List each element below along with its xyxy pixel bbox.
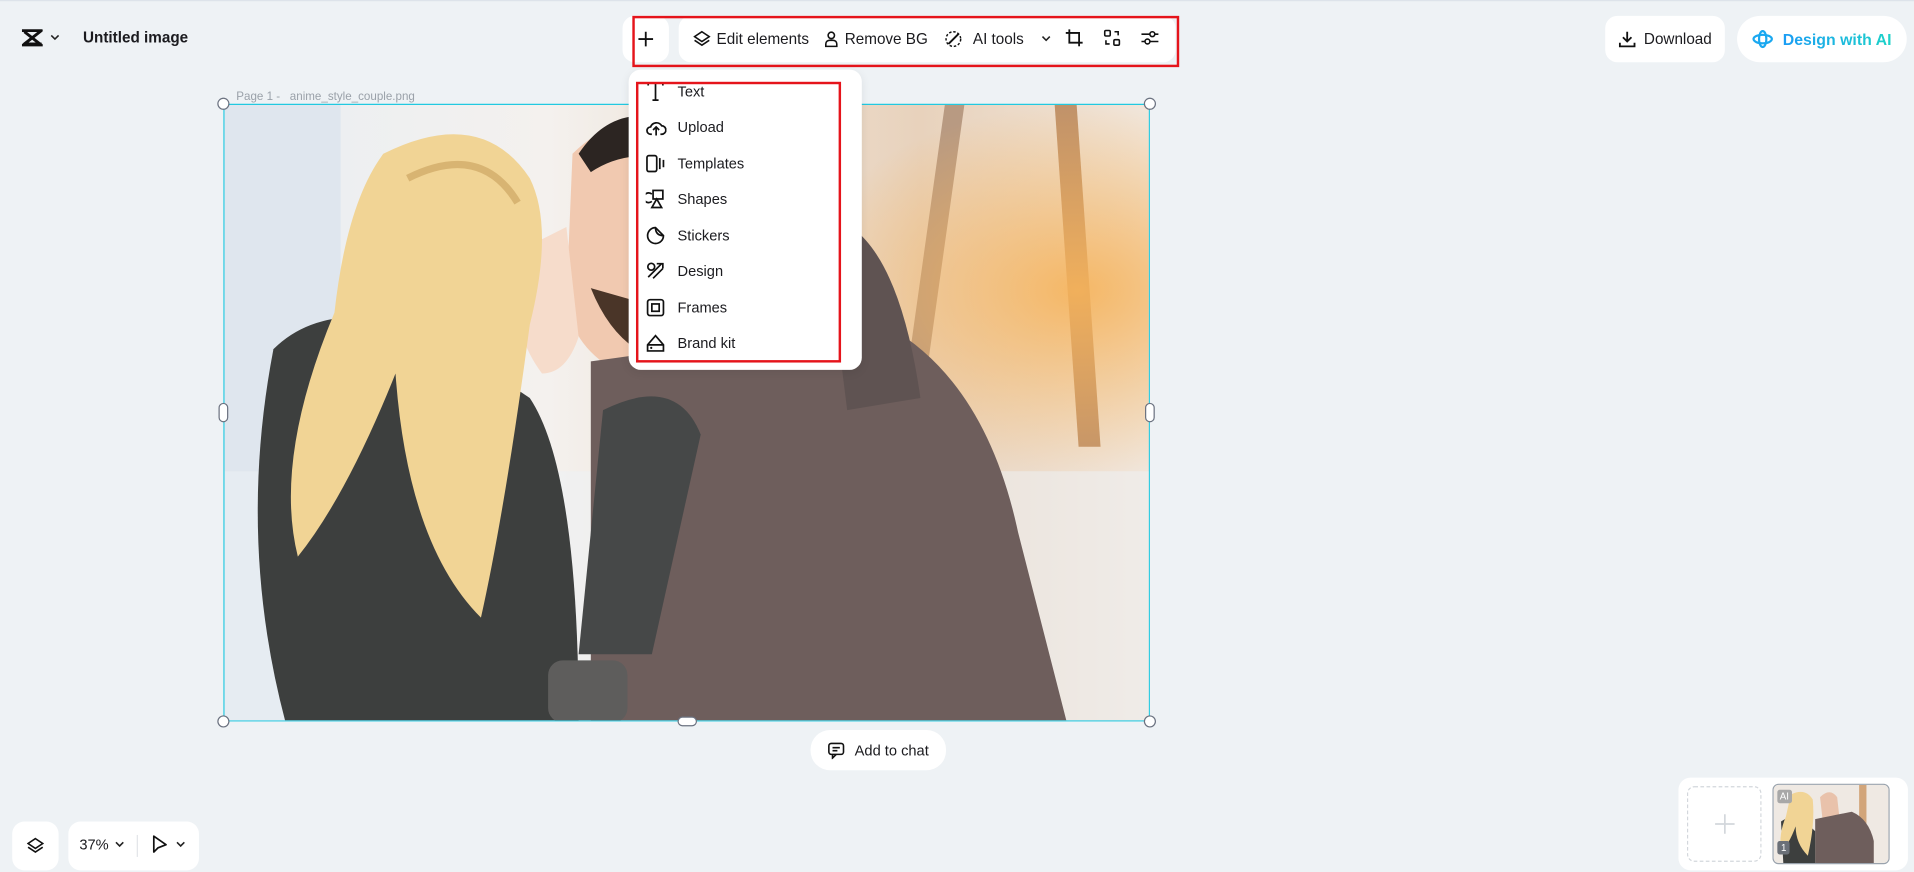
layers-icon	[26, 837, 44, 854]
divider	[136, 834, 138, 857]
resize-handle-bottom-right[interactable]	[1143, 715, 1157, 728]
download-label: Download	[1643, 30, 1712, 48]
resize-handle-right[interactable]	[1145, 402, 1155, 423]
document-title[interactable]: Untitled image	[83, 29, 188, 46]
resize-handle-left[interactable]	[218, 402, 229, 423]
resize-handle-top-right[interactable]	[1143, 97, 1157, 110]
resize-handle-bottom[interactable]	[677, 716, 698, 727]
chevron-down-icon	[176, 841, 186, 848]
chat-icon	[828, 742, 845, 759]
zoom-level: 37%	[79, 836, 109, 854]
page-thumbnail[interactable]: AI 1	[1772, 783, 1890, 865]
ai-badge: AI	[1777, 789, 1792, 804]
app-logo-icon[interactable]	[20, 28, 44, 48]
plus-icon	[1713, 813, 1735, 835]
add-to-chat-label: Add to chat	[854, 741, 929, 759]
page-number: Page 1 -	[236, 90, 281, 104]
resize-handle-top-left[interactable]	[217, 97, 230, 110]
pointer-tool-dropdown[interactable]	[151, 835, 185, 855]
logo-chevron-down-icon[interactable]	[49, 32, 61, 44]
design-with-ai-button[interactable]: Design with AI	[1737, 15, 1907, 63]
download-icon	[1618, 31, 1636, 48]
resize-handle-bottom-left[interactable]	[217, 715, 230, 728]
ai-sparkle-icon	[1752, 29, 1774, 49]
toolbar-highlight-box	[632, 15, 1180, 68]
design-with-ai-label: Design with AI	[1782, 29, 1892, 49]
menu-highlight-box	[635, 81, 842, 363]
add-page-button[interactable]	[1687, 786, 1762, 862]
file-name[interactable]: anime_style_couple.png	[290, 90, 415, 103]
download-button[interactable]: Download	[1605, 15, 1725, 63]
layers-button[interactable]	[12, 821, 59, 871]
page-number-badge: 1	[1777, 841, 1791, 855]
zoom-dropdown[interactable]: 37%	[79, 836, 124, 853]
chevron-down-icon	[115, 841, 125, 848]
add-to-chat-button[interactable]: Add to chat	[810, 729, 947, 771]
editor: Untitled image Edit elements Remove BG A…	[0, 0, 1914, 872]
pointer-icon	[151, 835, 168, 855]
